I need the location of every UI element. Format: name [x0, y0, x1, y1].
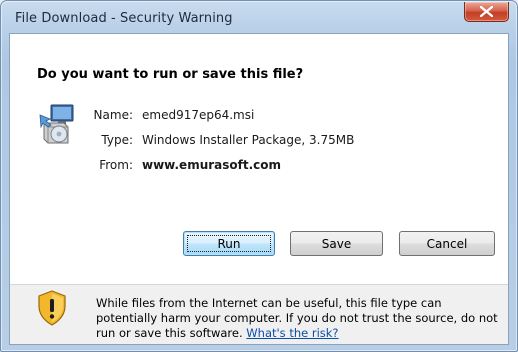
security-shield-icon — [38, 290, 66, 326]
focus-indicator — [187, 235, 271, 252]
file-name-row: Name: emed917ep64.msi — [10, 108, 508, 124]
file-source-row: From: www.emurasoft.com — [10, 158, 508, 174]
file-download-dialog: File Download - Security Warning Do you … — [0, 0, 518, 352]
file-source-label: From: — [99, 158, 133, 172]
save-button-label: Save — [321, 236, 352, 251]
run-button[interactable]: Run — [183, 231, 275, 256]
cancel-button[interactable]: Cancel — [399, 231, 495, 256]
file-type-value: Windows Installer Package, 3.75MB — [142, 133, 355, 147]
dialog-content: Do you want to run or save this file? Na… — [9, 33, 509, 345]
title-bar[interactable]: File Download - Security Warning — [1, 1, 517, 33]
file-name-label: Name: — [93, 108, 133, 122]
warning-line-3: run or save this software. — [96, 326, 243, 340]
close-icon — [480, 6, 493, 17]
whats-the-risk-link[interactable]: What's the risk? — [246, 326, 338, 340]
file-type-row: Type: Windows Installer Package, 3.75MB — [10, 133, 508, 149]
save-button[interactable]: Save — [290, 231, 383, 256]
cancel-button-label: Cancel — [426, 236, 468, 251]
dialog-question: Do you want to run or save this file? — [37, 67, 304, 82]
warning-line-1: While files from the Internet can be use… — [96, 296, 442, 310]
file-name-value: emed917ep64.msi — [142, 108, 255, 122]
warning-line-2: potentially harm your computer. If you d… — [96, 311, 498, 325]
close-button[interactable] — [464, 2, 509, 22]
file-type-label: Type: — [101, 133, 133, 147]
window-title: File Download - Security Warning — [15, 11, 233, 26]
security-warning-text: While files from the Internet can be use… — [96, 296, 506, 341]
file-source-value: www.emurasoft.com — [142, 158, 282, 172]
